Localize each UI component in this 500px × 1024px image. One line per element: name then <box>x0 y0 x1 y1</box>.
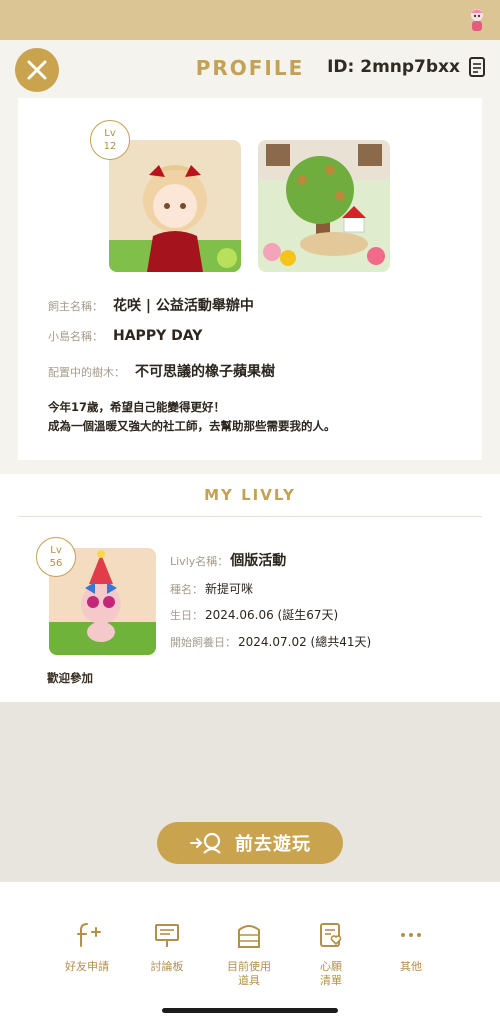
user-avatar-icon[interactable] <box>466 6 488 34</box>
wishlist-icon <box>320 923 342 947</box>
livly-level-label: Lv <box>50 545 62 556</box>
locker-icon <box>238 925 260 948</box>
livly-level-value: 56 <box>49 558 63 569</box>
livly-species-value: 新提可咪 <box>205 582 254 596</box>
livly-name-label: Livly名稱： <box>170 555 229 568</box>
owner-bio: 今年17歲，希望自己能變得更好！ 成為一個溫暖又強大的社工師，去幫助那些需要我的… <box>48 398 336 436</box>
bio-line-2: 成為一個溫暖又強大的社工師，去幫助那些需要我的人。 <box>48 419 336 433</box>
nav-wishlist[interactable]: 心願 清單 <box>296 920 366 988</box>
livly-name-value: 個版活動 <box>230 553 287 569</box>
livly-birthday-label: 生日： <box>170 609 203 622</box>
nav-label: 討論板 <box>150 960 184 973</box>
nav-label: 目前使用 道具 <box>227 960 271 987</box>
tree-value: 不可思議的橡子蘋果樹 <box>135 364 275 380</box>
island-name-value: HAPPY DAY <box>113 328 203 344</box>
friend-request-icon <box>77 923 101 947</box>
livly-level-badge: Lv 56 <box>36 537 76 577</box>
livly-species-label: 種名： <box>170 583 203 596</box>
nav-board[interactable]: 討論板 <box>132 920 202 974</box>
nav-friend-request[interactable]: 好友申請 <box>52 920 122 974</box>
owner-name-label: 飼主名稱： <box>48 300 103 313</box>
nav-label: 心願 清單 <box>320 960 342 987</box>
tree-label: 配置中的樹木： <box>48 366 125 379</box>
island-tree-image <box>258 140 390 272</box>
island-name-row: 小島名稱： HAPPY DAY <box>48 328 202 344</box>
livly-birthday-row: 生日： 2024.06.06 (誕生67天) <box>170 606 338 623</box>
nav-more[interactable]: 其他 <box>376 920 446 974</box>
copy-icon[interactable] <box>468 56 486 78</box>
nav-label: 好友申請 <box>65 960 109 973</box>
island-name-label: 小島名稱： <box>48 330 103 343</box>
status-bar <box>0 0 500 40</box>
go-play-button[interactable]: 前去遊玩 <box>157 822 343 864</box>
id-text: ID: 2mnp7bxx <box>327 57 460 77</box>
go-play-label: 前去遊玩 <box>235 834 311 855</box>
go-play-icon <box>190 832 221 854</box>
home-indicator[interactable] <box>162 1008 338 1013</box>
livly-start-row: 開始飼養日： 2024.07.02 (總共41天) <box>170 633 371 650</box>
nav-items-in-use[interactable]: 目前使用 道具 <box>214 920 284 988</box>
livly-comment: 歡迎參加 <box>47 671 93 685</box>
section-title-my-livly: MY LIVLY <box>204 486 296 504</box>
profile-id: ID: 2mnp7bxx <box>327 56 486 78</box>
tree-row: 配置中的樹木： 不可思議的橡子蘋果樹 <box>48 361 275 381</box>
livly-start-label: 開始飼養日： <box>170 636 236 649</box>
livly-name-row: Livly名稱： 個版活動 <box>170 550 286 570</box>
bio-line-1: 今年17歲，希望自己能變得更好！ <box>48 400 226 414</box>
livly-start-value: 2024.07.02 (總共41天) <box>238 635 372 649</box>
owner-name-value: 花咲 | 公益活動舉辦中 <box>113 298 254 314</box>
more-icon <box>401 933 421 937</box>
owner-level-badge: Lv 12 <box>90 120 130 160</box>
owner-profile-card: Lv 12 飼主名稱： 花咲 | 公益活動舉辦中 小島名稱： HAPPY DAY… <box>18 98 482 460</box>
level-value: 12 <box>103 141 117 152</box>
section-divider <box>18 516 482 517</box>
livly-species-row: 種名： 新提可咪 <box>170 580 253 597</box>
livly-birthday-value: 2024.06.06 (誕生67天) <box>205 608 339 622</box>
level-label: Lv <box>104 128 116 139</box>
owner-name-row: 飼主名稱： 花咲 | 公益活動舉辦中 <box>48 295 254 315</box>
board-icon <box>155 924 179 947</box>
owner-avatar-image <box>109 140 241 272</box>
nav-label: 其他 <box>400 960 422 973</box>
